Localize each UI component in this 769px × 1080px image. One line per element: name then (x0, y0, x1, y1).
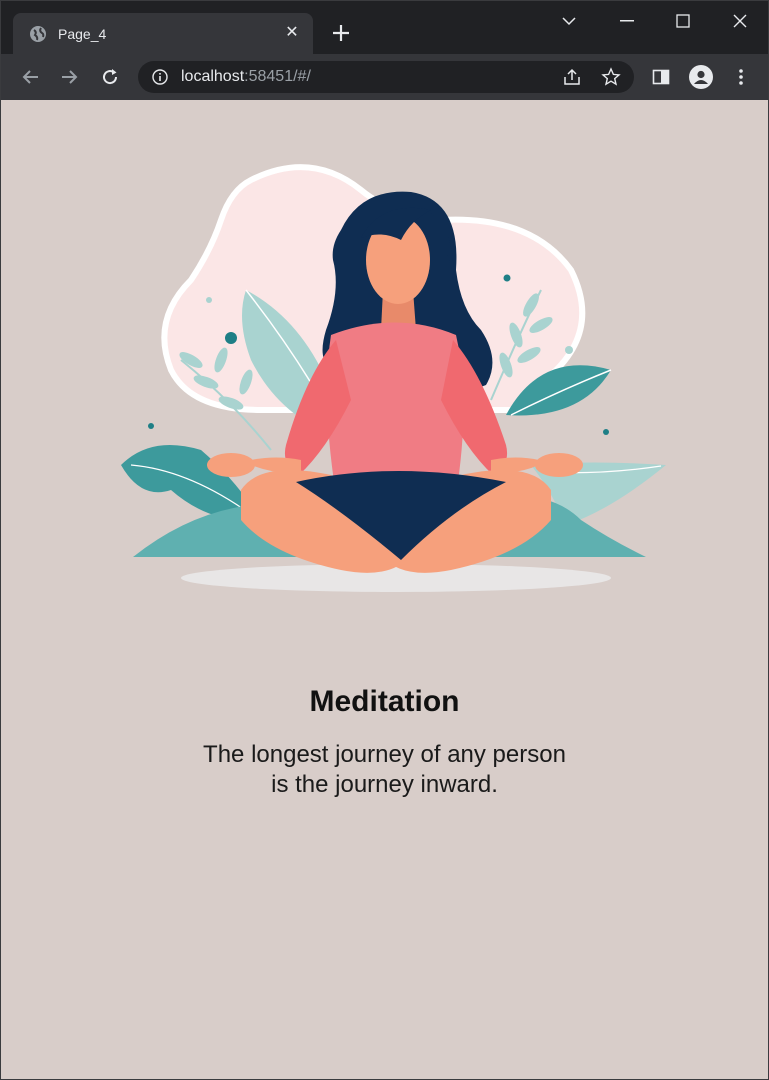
tab-strip: Page_4 ✕ (1, 1, 768, 54)
page-viewport: Meditation The longest journey of any pe… (1, 100, 768, 1079)
meditation-illustration (121, 164, 666, 592)
url-path: :58451/#/ (244, 68, 311, 85)
quote-line-2: is the journey inward. (271, 771, 498, 798)
tab-search-icon[interactable] (554, 9, 584, 33)
maximize-icon[interactable] (668, 9, 698, 33)
side-panel-icon[interactable] (649, 65, 673, 89)
site-info-icon[interactable] (152, 69, 168, 85)
browser-window: Page_4 ✕ localhost:58451/#/ Meditation T… (0, 0, 769, 1080)
browser-toolbar: localhost:58451/#/ (1, 54, 768, 100)
bookmark-star-icon[interactable] (601, 67, 621, 87)
share-icon[interactable] (562, 67, 582, 87)
close-tab-icon[interactable]: ✕ (283, 24, 301, 42)
reload-icon[interactable] (98, 65, 122, 89)
forward-arrow-icon[interactable] (58, 65, 82, 89)
address-bar[interactable]: localhost:58451/#/ (138, 61, 634, 93)
minimize-icon[interactable] (612, 9, 642, 33)
tab-title: Page_4 (58, 26, 107, 42)
profile-avatar-icon[interactable] (689, 65, 713, 89)
quote-line-1: The longest journey of any person (203, 741, 566, 768)
url-text: localhost:58451/#/ (181, 68, 311, 86)
new-tab-icon[interactable] (330, 22, 352, 44)
page-title: Meditation (309, 685, 460, 718)
menu-kebab-icon[interactable] (729, 65, 753, 89)
browser-tab[interactable]: Page_4 ✕ (13, 13, 313, 54)
url-host: localhost (181, 68, 245, 85)
close-window-icon[interactable] (725, 9, 755, 33)
back-arrow-icon[interactable] (18, 65, 42, 89)
quote-text: The longest journey of any person is the… (1, 740, 768, 800)
globe-icon (30, 26, 46, 42)
